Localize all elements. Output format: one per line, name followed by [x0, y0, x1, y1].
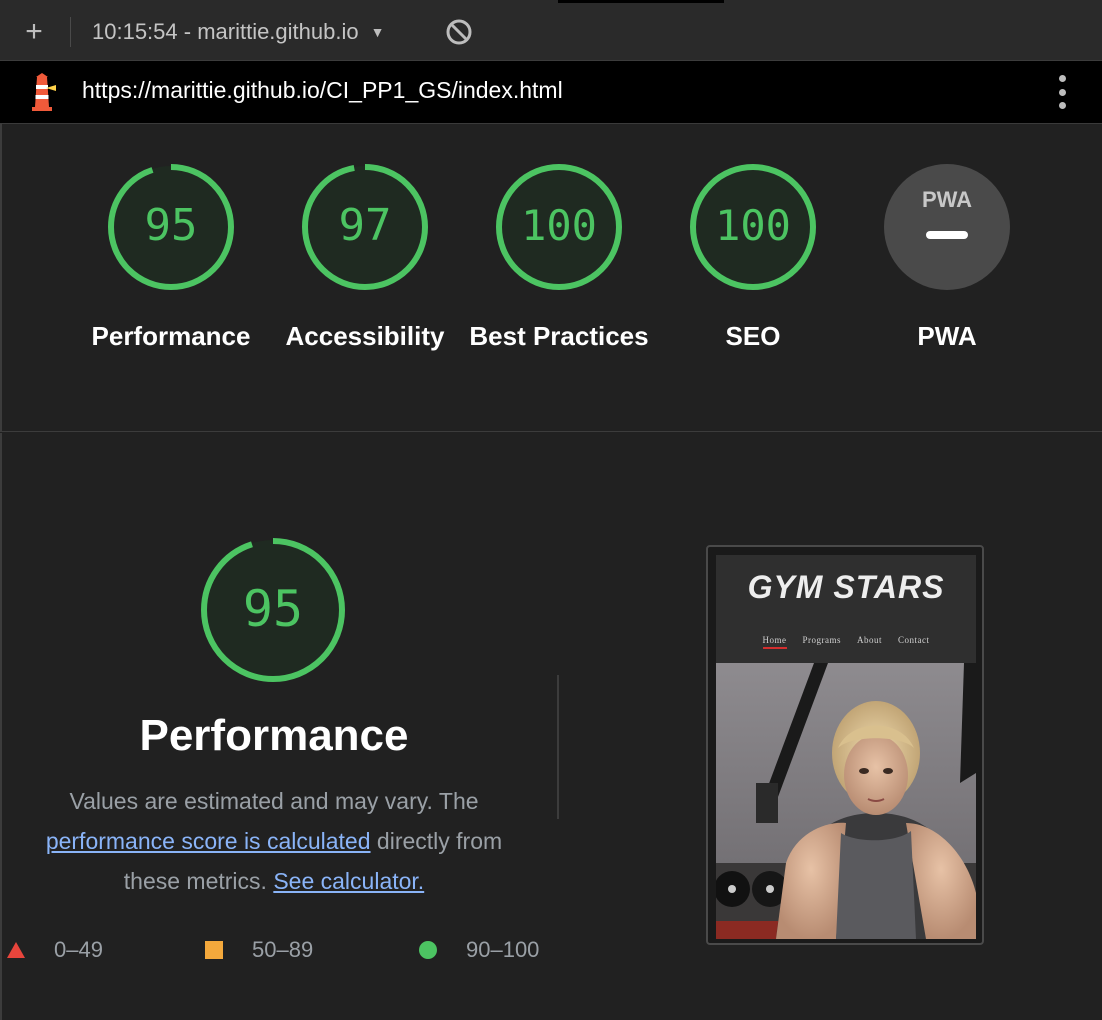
square-icon	[205, 941, 223, 959]
site-header: GYM STARS Home Programs About Contact	[716, 555, 976, 663]
final-screenshot[interactable]: GYM STARS Home Programs About Contact	[706, 545, 984, 945]
legend-average: 50–89	[204, 933, 313, 967]
report-url-bar: https://marittie.github.io/CI_PP1_GS/ind…	[0, 61, 1102, 124]
nav-programs: Programs	[802, 635, 841, 645]
legend-range: 90–100	[466, 937, 540, 962]
nav-home: Home	[762, 635, 787, 649]
active-tab-indicator	[558, 0, 724, 3]
chevron-down-icon: ▼	[370, 24, 385, 40]
legend-range: 50–89	[252, 937, 314, 962]
toolbar-divider	[70, 17, 71, 47]
legend-fail: 0–49	[6, 933, 103, 967]
performance-description: Values are estimated and may vary. The p…	[22, 781, 526, 901]
pwa-badge: PWA	[884, 164, 1010, 290]
gauge-pwa[interactable]: PWA PWA	[857, 162, 1037, 356]
gauge-label: Performance	[91, 321, 251, 351]
gauge-seo[interactable]: 100 SEO	[663, 162, 843, 356]
gauge-label: PWA	[917, 321, 977, 351]
add-report-button[interactable]: +	[18, 14, 50, 50]
score-gauge: 95	[108, 164, 234, 290]
pwa-badge-text: PWA	[922, 187, 972, 212]
description-text: Values are estimated and may vary. The	[69, 788, 479, 814]
lighthouse-icon	[32, 73, 56, 111]
site-title: GYM STARS	[747, 569, 945, 605]
score-calculated-link[interactable]: performance score is calculated	[46, 828, 371, 854]
score-gauge: 100	[690, 164, 816, 290]
clear-all-button[interactable]	[444, 14, 474, 50]
gauge-score: 97	[339, 200, 392, 251]
gauge-best-practices[interactable]: 100 Best Practices	[469, 162, 649, 356]
hero-photo	[716, 663, 976, 939]
performance-title: Performance	[139, 711, 409, 760]
nav-contact: Contact	[898, 635, 930, 645]
see-calculator-link[interactable]: See calculator.	[273, 868, 424, 894]
gauge-label: Accessibility	[285, 321, 445, 351]
gauge-score: 100	[715, 201, 791, 250]
gauge-accessibility[interactable]: 97 Accessibility	[275, 162, 455, 356]
legend-pass: 90–100	[418, 933, 539, 967]
devtools-toolbar: + 10:15:54 - marittie.github.io ▼	[0, 0, 1102, 61]
site-nav: Home Programs About Contact	[716, 635, 976, 649]
performance-section: 95 Performance Values are estimated and …	[0, 433, 1102, 1020]
report-select[interactable]: 10:15:54 - marittie.github.io ▼	[92, 18, 384, 46]
legend-range: 0–49	[54, 937, 103, 962]
score-gauge: 97	[302, 164, 428, 290]
more-options-icon[interactable]	[1050, 75, 1074, 109]
gauge-score: 95	[145, 200, 198, 251]
block-icon	[446, 19, 472, 45]
report-url[interactable]: https://marittie.github.io/CI_PP1_GS/ind…	[82, 77, 563, 104]
section-divider	[557, 675, 559, 819]
gauge-label: SEO	[725, 321, 781, 351]
category-scores: 95 Performance 97 Accessibility 100 Best…	[0, 124, 1102, 432]
performance-gauge: 95	[201, 538, 345, 682]
gauge-label: Best Practices	[469, 321, 649, 351]
circle-icon	[419, 941, 437, 959]
report-select-label: 10:15:54 - marittie.github.io	[92, 19, 359, 44]
dash-icon	[926, 231, 968, 239]
gauge-performance[interactable]: 95 Performance	[81, 162, 261, 356]
gauge-score: 100	[521, 201, 597, 250]
nav-about: About	[857, 635, 882, 645]
score-gauge: 100	[496, 164, 622, 290]
performance-score: 95	[243, 580, 303, 638]
triangle-icon	[7, 942, 25, 958]
